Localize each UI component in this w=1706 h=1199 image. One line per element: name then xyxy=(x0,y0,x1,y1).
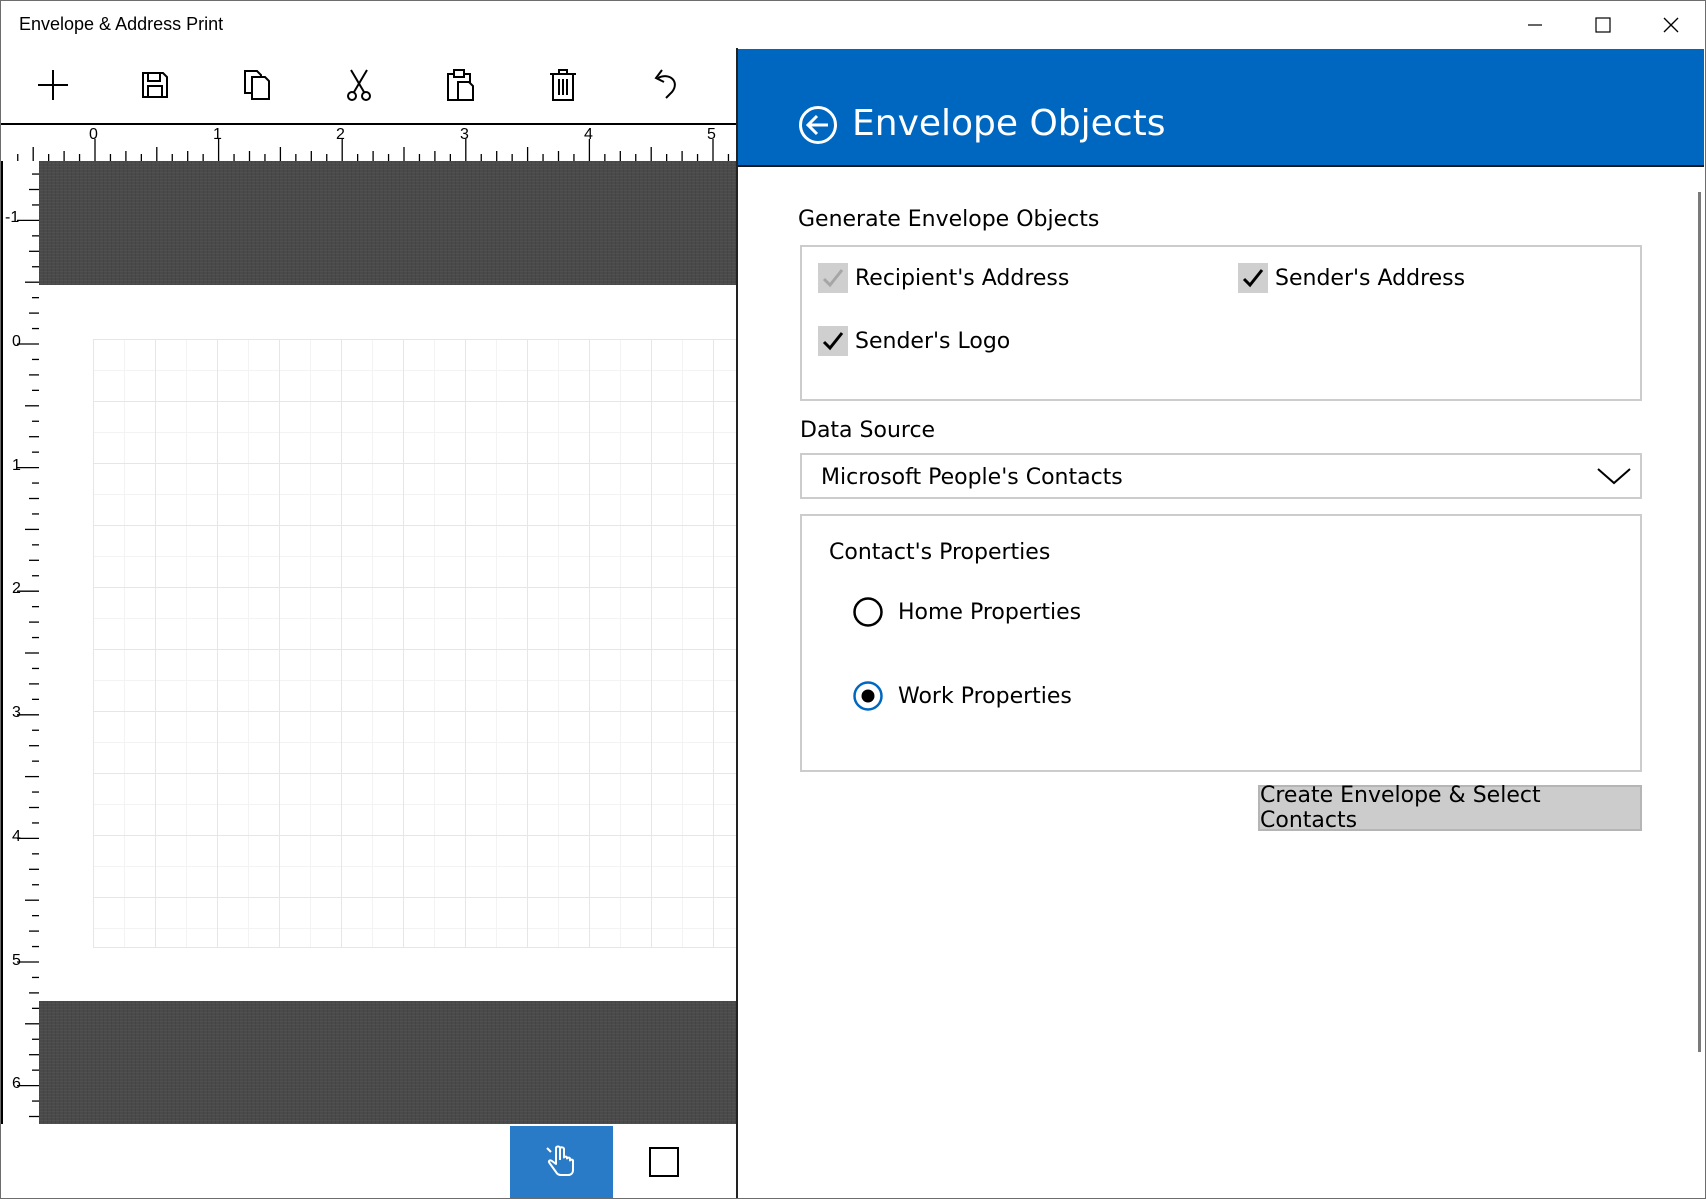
envelope-surface[interactable] xyxy=(39,285,736,1001)
title-bar: Envelope & Address Print xyxy=(1,1,1705,49)
panel-header: Envelope Objects xyxy=(738,49,1704,167)
horizontal-ruler-ticks xyxy=(17,139,730,161)
rectangle-tool-button[interactable] xyxy=(614,1126,714,1198)
ruler-top-label-2: 2 xyxy=(336,126,345,143)
tool-bar-bottom xyxy=(1,1124,736,1198)
sender-address-checkbox[interactable]: Sender's Address xyxy=(1238,263,1465,293)
home-properties-radio[interactable]: Home Properties xyxy=(852,596,1081,628)
delete-icon xyxy=(550,69,576,101)
ruler-left-label-6: 6 xyxy=(12,1075,21,1092)
ruler-left-label-1: 1 xyxy=(12,457,21,474)
cut-button[interactable] xyxy=(335,61,383,109)
ruler-top-label-0: 0 xyxy=(89,126,98,143)
panel-title: Envelope Objects xyxy=(852,103,1166,144)
rectangle-icon xyxy=(649,1147,679,1177)
ruler-top-label-3: 3 xyxy=(460,126,469,143)
back-arrow-icon[interactable] xyxy=(798,105,838,145)
ruler-left-label-3: 3 xyxy=(12,704,21,721)
checkbox-label: Sender's Logo xyxy=(855,328,1011,354)
contact-properties-heading: Contact's Properties xyxy=(829,540,1051,565)
design-grid xyxy=(93,339,736,948)
minimize-icon xyxy=(1528,24,1542,26)
undo-icon xyxy=(654,69,676,99)
checkbox-box xyxy=(1238,263,1268,293)
undo-button[interactable] xyxy=(641,61,689,109)
recipient-address-checkbox[interactable]: Recipient's Address xyxy=(818,263,1069,293)
work-properties-radio[interactable]: Work Properties xyxy=(852,680,1072,712)
contact-properties-box: Contact's Properties Home Properties Wor… xyxy=(800,514,1642,772)
checkbox-box xyxy=(818,263,848,293)
panel-scrollbar[interactable] xyxy=(1698,192,1701,1052)
radio-unselected-icon xyxy=(853,597,883,627)
data-source-dropdown[interactable]: Microsoft People's Contacts xyxy=(800,453,1642,499)
checkbox-box xyxy=(818,326,848,356)
check-icon xyxy=(1242,269,1264,288)
design-canvas[interactable] xyxy=(39,161,736,1124)
copy-icon xyxy=(244,70,270,100)
maximize-icon xyxy=(1595,17,1611,33)
cut-icon xyxy=(347,69,371,101)
ruler-left-label-5: 5 xyxy=(12,952,21,969)
check-icon xyxy=(822,269,844,288)
save-button[interactable] xyxy=(131,61,179,109)
close-icon xyxy=(1663,17,1679,33)
new-button[interactable] xyxy=(29,61,77,109)
ruler-top-label-5: 5 xyxy=(707,126,716,143)
new-icon xyxy=(38,70,68,100)
checkbox-label: Recipient's Address xyxy=(855,265,1070,291)
hand-pointer-icon xyxy=(545,1145,574,1176)
app-title: Envelope & Address Print xyxy=(19,14,224,34)
checkbox-label: Sender's Address xyxy=(1275,265,1466,291)
ruler-top-label-1: 1 xyxy=(213,126,222,143)
paste-icon xyxy=(447,69,474,101)
horizontal-ruler: 0 1 2 3 4 5 xyxy=(1,123,736,161)
sender-logo-checkbox[interactable]: Sender's Logo xyxy=(818,326,1010,356)
vertical-ruler: -1 0 1 2 3 4 5 6 xyxy=(1,161,39,1124)
radio-label: Home Properties xyxy=(898,599,1082,625)
ruler-left-label-0: 0 xyxy=(12,333,21,350)
delete-button[interactable] xyxy=(539,61,587,109)
toolbar xyxy=(1,49,736,123)
generate-heading: Generate Envelope Objects xyxy=(798,207,1100,232)
data-source-label: Data Source xyxy=(800,418,936,443)
create-envelope-button[interactable]: Create Envelope & Select Contacts xyxy=(1258,783,1642,833)
pointer-tool-button[interactable] xyxy=(510,1126,613,1198)
envelope-objects-panel: Generate Envelope Objects Recipient's Ad… xyxy=(738,167,1704,1198)
data-source-value: Microsoft People's Contacts xyxy=(821,465,1123,490)
vertical-ruler-ticks xyxy=(17,173,39,1118)
save-icon xyxy=(142,72,168,98)
ruler-left-label-neg1: -1 xyxy=(5,209,20,226)
ruler-top-label-4: 4 xyxy=(584,126,593,143)
radio-label: Work Properties xyxy=(898,683,1072,709)
generate-objects-box: Recipient's Address Sender's Address Sen… xyxy=(800,245,1642,401)
check-icon xyxy=(822,332,844,351)
paste-button[interactable] xyxy=(437,61,485,109)
maximize-button[interactable] xyxy=(1569,2,1637,48)
close-button[interactable] xyxy=(1637,2,1705,48)
copy-button[interactable] xyxy=(233,61,281,109)
radio-selected-icon xyxy=(853,681,883,711)
chevron-down-icon xyxy=(1597,468,1631,485)
ruler-left-label-4: 4 xyxy=(12,828,21,845)
minimize-button[interactable] xyxy=(1501,2,1569,48)
ruler-left-label-2: 2 xyxy=(12,580,21,597)
